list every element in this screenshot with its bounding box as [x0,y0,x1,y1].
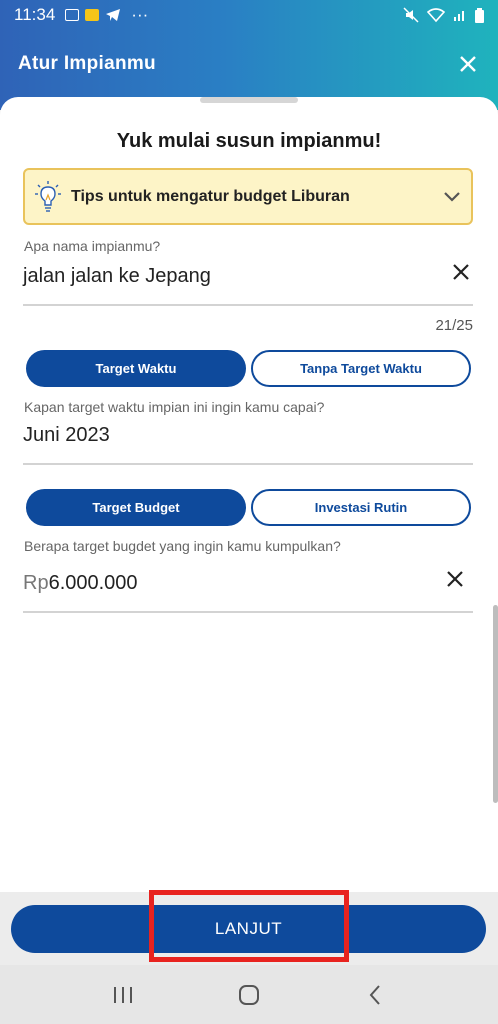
budget-label: Berapa target bugdet yang ingin kamu kum… [24,538,341,554]
wifi-icon [427,8,445,23]
target-time-field[interactable]: Juni 2023 [23,424,110,447]
target-time-label: Kapan target waktu impian ini ingin kamu… [24,399,325,415]
target-time-underline [23,463,473,465]
char-counter: 21/25 [435,317,473,334]
gallery-icon [65,9,80,21]
close-icon[interactable] [456,52,480,76]
target-budget-button[interactable]: Target Budget [26,489,246,526]
dream-name-underline [23,304,473,306]
back-button[interactable] [355,975,395,1015]
sheet-title: Yuk mulai susun impianmu! [116,130,382,152]
system-nav-bar [0,965,498,1024]
status-bar: 11:34 ··· [0,0,498,30]
scrollbar[interactable] [493,605,498,803]
chevron-down-icon [444,191,460,202]
system-status-icons [403,7,484,23]
tanpa-target-waktu-button[interactable]: Tanpa Target Waktu [251,350,471,387]
app-bar: Atur Impianmu [0,40,498,88]
target-waktu-button[interactable]: Target Waktu [26,350,246,387]
recent-apps-icon [114,986,132,1003]
tips-label: Tips untuk mengatur budget Liburan [71,187,350,205]
home-button[interactable] [229,975,269,1015]
page-title: Atur Impianmu [18,53,156,74]
mute-icon [403,7,419,23]
signal-icon [454,11,464,21]
app-notification-icon [85,9,100,21]
tips-accordion[interactable]: Tips untuk mengatur budget Liburan [23,168,473,225]
dream-name-input[interactable]: jalan jalan ke Jepang [23,265,211,288]
investasi-rutin-button[interactable]: Investasi Rutin [251,489,471,526]
drag-handle[interactable] [200,97,298,103]
status-time: 11:34 [14,5,56,24]
more-notifications: ··· [131,5,149,24]
home-icon [239,984,259,1005]
recent-apps-button[interactable] [103,975,143,1015]
currency-prefix: Rp [23,572,49,594]
battery-icon [475,7,484,23]
budget-value: 6.000.000 [48,572,138,594]
lightbulb-icon [35,180,61,212]
highlight-box [149,890,349,962]
clear-icon[interactable] [444,568,466,590]
dream-name-label: Apa nama impianmu? [24,238,161,254]
notification-icons: ··· [65,5,148,25]
telegram-icon [106,9,121,21]
clear-icon[interactable] [450,261,472,283]
back-icon [369,984,380,1005]
form-sheet: Yuk mulai susun impianmu! Tips untuk men… [0,97,498,892]
budget-underline [23,611,473,613]
budget-input[interactable]: Rp6.000.000 [23,572,138,595]
